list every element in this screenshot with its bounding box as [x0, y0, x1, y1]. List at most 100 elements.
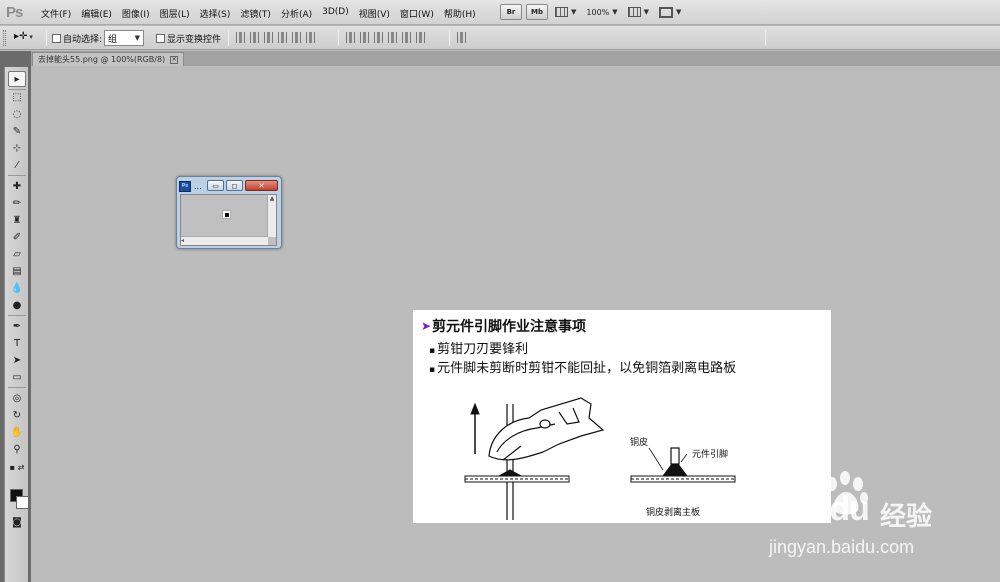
menu-bar: Ps 文件(F) 编辑(E) 图像(I) 图层(L) 选择(S) 滤镜(T) 分析(A) 3D…: [0, 0, 1000, 25]
menu-item[interactable]: 视图(V): [354, 7, 395, 20]
menu-item[interactable]: 图像(I): [117, 7, 155, 20]
component-lead: [506, 404, 514, 520]
canvas-thumbnail: [222, 210, 231, 219]
distribute-horizontal-center-icon[interactable]: [402, 32, 411, 43]
blur-tool-icon[interactable]: 💧: [8, 280, 26, 296]
pcb-board-right: [630, 459, 736, 483]
menu-item[interactable]: 图层(L): [155, 7, 195, 20]
close-icon[interactable]: ✕: [170, 55, 179, 64]
zoom-level-dropdown[interactable]: 100% ▼: [583, 4, 620, 20]
photoshop-app-icon: Ps: [179, 180, 191, 192]
arrange-documents-dropdown[interactable]: ▼: [625, 4, 652, 20]
floating-document-window[interactable]: Ps ... ▭ ◻ ✕ ▲ ◂: [176, 176, 282, 249]
quick-selection-tool-icon[interactable]: ✎: [8, 123, 26, 139]
show-transform-checkbox[interactable]: 显示变换控件: [156, 32, 221, 45]
divider: [8, 387, 26, 388]
align-left-icon[interactable]: [278, 32, 287, 43]
align-bottom-icon[interactable]: [264, 32, 273, 43]
screen-mode-icon: [659, 6, 674, 18]
document-tab-title: 去掉能头55.png @ 100%(RGB/8): [38, 55, 166, 64]
type-tool-icon[interactable]: T: [8, 335, 26, 351]
screen-mode-dropdown[interactable]: ▼: [656, 4, 684, 20]
align-vertical-center-icon[interactable]: [250, 32, 259, 43]
brush-tool-icon[interactable]: ✏: [8, 195, 26, 211]
chevron-down-icon: ▼: [134, 34, 140, 42]
chevron-down-icon: ▾: [29, 32, 33, 41]
eyedropper-tool-icon[interactable]: ⁄: [8, 157, 26, 173]
menu-item[interactable]: 分析(A): [276, 7, 317, 20]
pcb-board-left: [464, 469, 570, 483]
align-right-icon[interactable]: [306, 32, 315, 43]
quick-mask-icon[interactable]: ◙: [8, 514, 26, 530]
view-extras-dropdown[interactable]: ▼: [552, 4, 579, 20]
zoom-tool-icon[interactable]: ⚲: [8, 441, 26, 457]
lasso-tool-icon[interactable]: ◌: [8, 106, 26, 122]
maximize-icon[interactable]: ◻: [226, 180, 243, 191]
align-buttons: [236, 32, 315, 43]
arrow-bullet-icon: ➤: [421, 319, 432, 333]
mini-bridge-button[interactable]: Mb: [526, 4, 548, 20]
background-color-swatch[interactable]: [16, 496, 29, 509]
clone-stamp-tool-icon[interactable]: ♜: [8, 212, 26, 228]
3d-rotate-tool-icon[interactable]: ◎: [8, 390, 26, 406]
healing-brush-tool-icon[interactable]: ✚: [8, 178, 26, 194]
floating-window-canvas: ▲ ◂: [180, 194, 277, 246]
3d-orbit-tool-icon[interactable]: ↻: [8, 407, 26, 423]
menu-item[interactable]: 帮助(H): [439, 7, 481, 20]
checkbox-box[interactable]: [52, 34, 61, 43]
minimize-icon[interactable]: ▭: [207, 180, 224, 191]
options-bar-grip[interactable]: [3, 30, 6, 46]
menu-item[interactable]: 选择(S): [195, 7, 236, 20]
grid-icon: [555, 7, 568, 17]
align-top-icon[interactable]: [236, 32, 245, 43]
distribute-left-icon[interactable]: [388, 32, 397, 43]
distribute-top-icon[interactable]: [346, 32, 355, 43]
rectangle-tool-icon[interactable]: ▭: [8, 369, 26, 385]
divider: [228, 30, 229, 46]
application-bar: Br Mb ▼ 100% ▼ ▼ ▼: [500, 4, 684, 20]
menu-item[interactable]: 3D(D): [317, 7, 354, 20]
document-tab-bar: 去掉能头55.png @ 100%(RGB/8) ✕: [0, 51, 1000, 66]
bridge-button[interactable]: Br: [500, 4, 522, 20]
swap-colors-icon[interactable]: ▪ ⇄: [8, 459, 26, 475]
marquee-tool-icon[interactable]: ⬚: [8, 89, 26, 105]
wire-cutter: [488, 397, 605, 461]
menu-item[interactable]: 滤镜(T): [235, 7, 276, 20]
horizontal-scrollbar[interactable]: ◂: [181, 236, 268, 245]
dodge-tool-icon[interactable]: ●: [8, 297, 26, 313]
checkbox-box[interactable]: [156, 34, 165, 43]
label-leaders: [648, 447, 688, 471]
menu-item[interactable]: 文件(F): [36, 7, 76, 20]
tools-panel-body: ▸ ⬚ ◌ ✎ ⊹ ⁄ ✚ ✏ ♜ ✐ ▱ ▤ 💧 ● ✒ T ➤ ▭ ◎ ↻ …: [4, 67, 29, 582]
tool-preset-picker[interactable]: ▸✛ ▾: [14, 31, 33, 42]
align-horizontal-center-icon[interactable]: [292, 32, 301, 43]
menu-item[interactable]: 窗口(W): [395, 7, 439, 20]
menu-item[interactable]: 编辑(E): [76, 7, 117, 20]
distribute-bottom-icon[interactable]: [374, 32, 383, 43]
history-brush-tool-icon[interactable]: ✐: [8, 229, 26, 245]
slide-heading: ➤ 剪元件引脚作业注意事项: [421, 316, 586, 336]
vertical-scrollbar[interactable]: ▲: [267, 195, 276, 237]
document-tab[interactable]: 去掉能头55.png @ 100%(RGB/8) ✕: [32, 52, 185, 66]
floating-window-title: ...: [194, 181, 202, 191]
photoshop-logo: Ps: [6, 4, 23, 21]
distribute-right-icon[interactable]: [416, 32, 425, 43]
divider: [449, 30, 450, 46]
pen-tool-icon[interactable]: ✒: [8, 318, 26, 334]
auto-select-label: 自动选择:: [63, 35, 103, 45]
menu-list: 文件(F) 编辑(E) 图像(I) 图层(L) 选择(S) 滤镜(T) 分析(A) 3D(D)…: [36, 7, 481, 20]
auto-select-checkbox[interactable]: 自动选择:: [52, 32, 102, 45]
arrange-icon: [627, 7, 641, 17]
close-icon[interactable]: ✕: [245, 180, 278, 191]
auto-select-value: 组: [108, 34, 118, 45]
path-selection-tool-icon[interactable]: ➤: [8, 352, 26, 368]
auto-select-dropdown[interactable]: 组 ▼: [104, 30, 144, 46]
eraser-tool-icon[interactable]: ▱: [8, 246, 26, 262]
distribute-vertical-center-icon[interactable]: [360, 32, 369, 43]
crop-tool-icon[interactable]: ⊹: [8, 140, 26, 156]
move-tool-icon[interactable]: ▸: [8, 71, 26, 87]
floating-window-titlebar[interactable]: Ps ... ▭ ◻ ✕: [179, 179, 279, 193]
gradient-tool-icon[interactable]: ▤: [8, 263, 26, 279]
auto-align-layers-icon[interactable]: [457, 32, 466, 43]
hand-tool-icon[interactable]: ✋: [8, 424, 26, 440]
